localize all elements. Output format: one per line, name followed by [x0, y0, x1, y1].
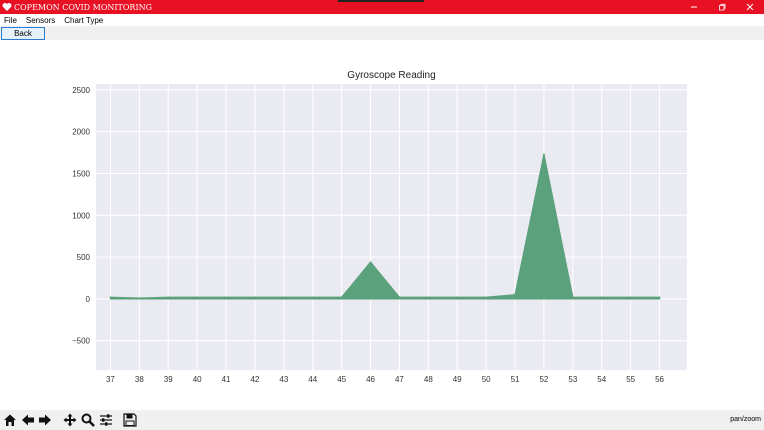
data-point: [456, 296, 459, 299]
back-arrow-icon: [22, 414, 34, 426]
save-icon: [123, 413, 137, 427]
data-point: [485, 296, 487, 299]
home-button[interactable]: [2, 412, 18, 428]
minimize-icon: [691, 6, 697, 8]
y-tick-label: 2000: [72, 128, 90, 137]
forward-arrow-icon: [39, 414, 51, 426]
x-tick-label: 46: [366, 375, 375, 384]
menu-chart-type[interactable]: Chart Type: [64, 16, 103, 25]
toolbar-mode-label: pan/zoom: [730, 416, 761, 423]
data-point: [572, 296, 574, 299]
window-title: COPEMON COVID MONITORING: [14, 2, 153, 12]
data-point: [658, 296, 661, 299]
data-point: [427, 296, 430, 299]
menu-bar: File Sensors Chart Type: [0, 14, 764, 26]
data-point: [167, 296, 170, 299]
data-point: [514, 293, 516, 296]
title-bar: COPEMON COVID MONITORING: [0, 0, 764, 14]
back-button[interactable]: Back: [1, 27, 45, 40]
x-tick-label: 44: [308, 375, 317, 384]
x-tick-label: 56: [655, 375, 664, 384]
close-icon: [746, 3, 754, 11]
data-point: [398, 296, 401, 299]
x-tick-label: 37: [106, 375, 115, 384]
close-button[interactable]: [736, 0, 764, 14]
x-tick-label: 43: [279, 375, 288, 384]
chart-title: Gyroscope Reading: [347, 70, 435, 81]
x-tick-label: 53: [568, 375, 577, 384]
forward-view-button[interactable]: [37, 412, 53, 428]
navigation-toolbar: [0, 410, 764, 430]
x-tick-label: 50: [482, 375, 491, 384]
y-tick-label: −500: [72, 337, 91, 346]
data-point: [543, 153, 545, 156]
gyroscope-chart: −500 0 500 1000 1500 2000 2500 37 38 39 40 41 42 43 44…: [72, 70, 687, 384]
configure-subplots-icon: [100, 414, 112, 426]
restore-icon: [719, 3, 726, 11]
home-icon: [4, 414, 16, 426]
data-point: [629, 296, 632, 299]
y-tick-label: 500: [77, 253, 91, 262]
data-point: [254, 296, 256, 299]
chart-canvas: −500 0 500 1000 1500 2000 2500 37 38 39 40 41 42 43 44…: [0, 40, 764, 410]
data-point: [600, 296, 603, 299]
x-tick-label: 52: [539, 375, 548, 384]
data-point: [283, 296, 285, 299]
configure-subplots-button[interactable]: [98, 412, 114, 428]
x-tick-label: 48: [424, 375, 433, 384]
y-tick-label: 1500: [72, 169, 90, 178]
data-point: [369, 261, 372, 263]
data-point: [138, 297, 141, 299]
top-toolbar: [0, 26, 764, 40]
pan-button[interactable]: [62, 412, 78, 428]
app-logo-icon: [2, 3, 12, 11]
x-tick-label: 39: [164, 375, 173, 384]
pan-icon: [63, 413, 77, 427]
minimize-button[interactable]: [680, 0, 708, 14]
y-tick-label: 0: [86, 295, 91, 304]
data-point: [311, 296, 314, 299]
save-button[interactable]: [122, 412, 138, 428]
data-point: [340, 296, 343, 299]
zoom-button[interactable]: [80, 412, 96, 428]
restore-button[interactable]: [708, 0, 736, 14]
x-tick-label: 49: [453, 375, 462, 384]
x-tick-label: 45: [337, 375, 346, 384]
x-tick-label: 54: [597, 375, 606, 384]
back-view-button[interactable]: [20, 412, 36, 428]
menu-file[interactable]: File: [4, 16, 17, 25]
x-tick-label: 42: [250, 375, 259, 384]
menu-sensors[interactable]: Sensors: [26, 16, 55, 25]
x-tick-label: 40: [193, 375, 202, 384]
data-point: [109, 296, 112, 299]
y-tick-label: 1000: [72, 211, 90, 220]
x-tick-label: 47: [395, 375, 404, 384]
x-tick-label: 41: [222, 375, 231, 384]
y-tick-label: 2500: [72, 86, 90, 95]
data-point: [196, 296, 198, 299]
zoom-icon: [81, 413, 95, 427]
x-tick-label: 51: [511, 375, 520, 384]
x-tick-label: 38: [135, 375, 144, 384]
x-tick-label: 55: [626, 375, 635, 384]
data-point: [225, 296, 227, 299]
plot-background: [96, 84, 687, 370]
